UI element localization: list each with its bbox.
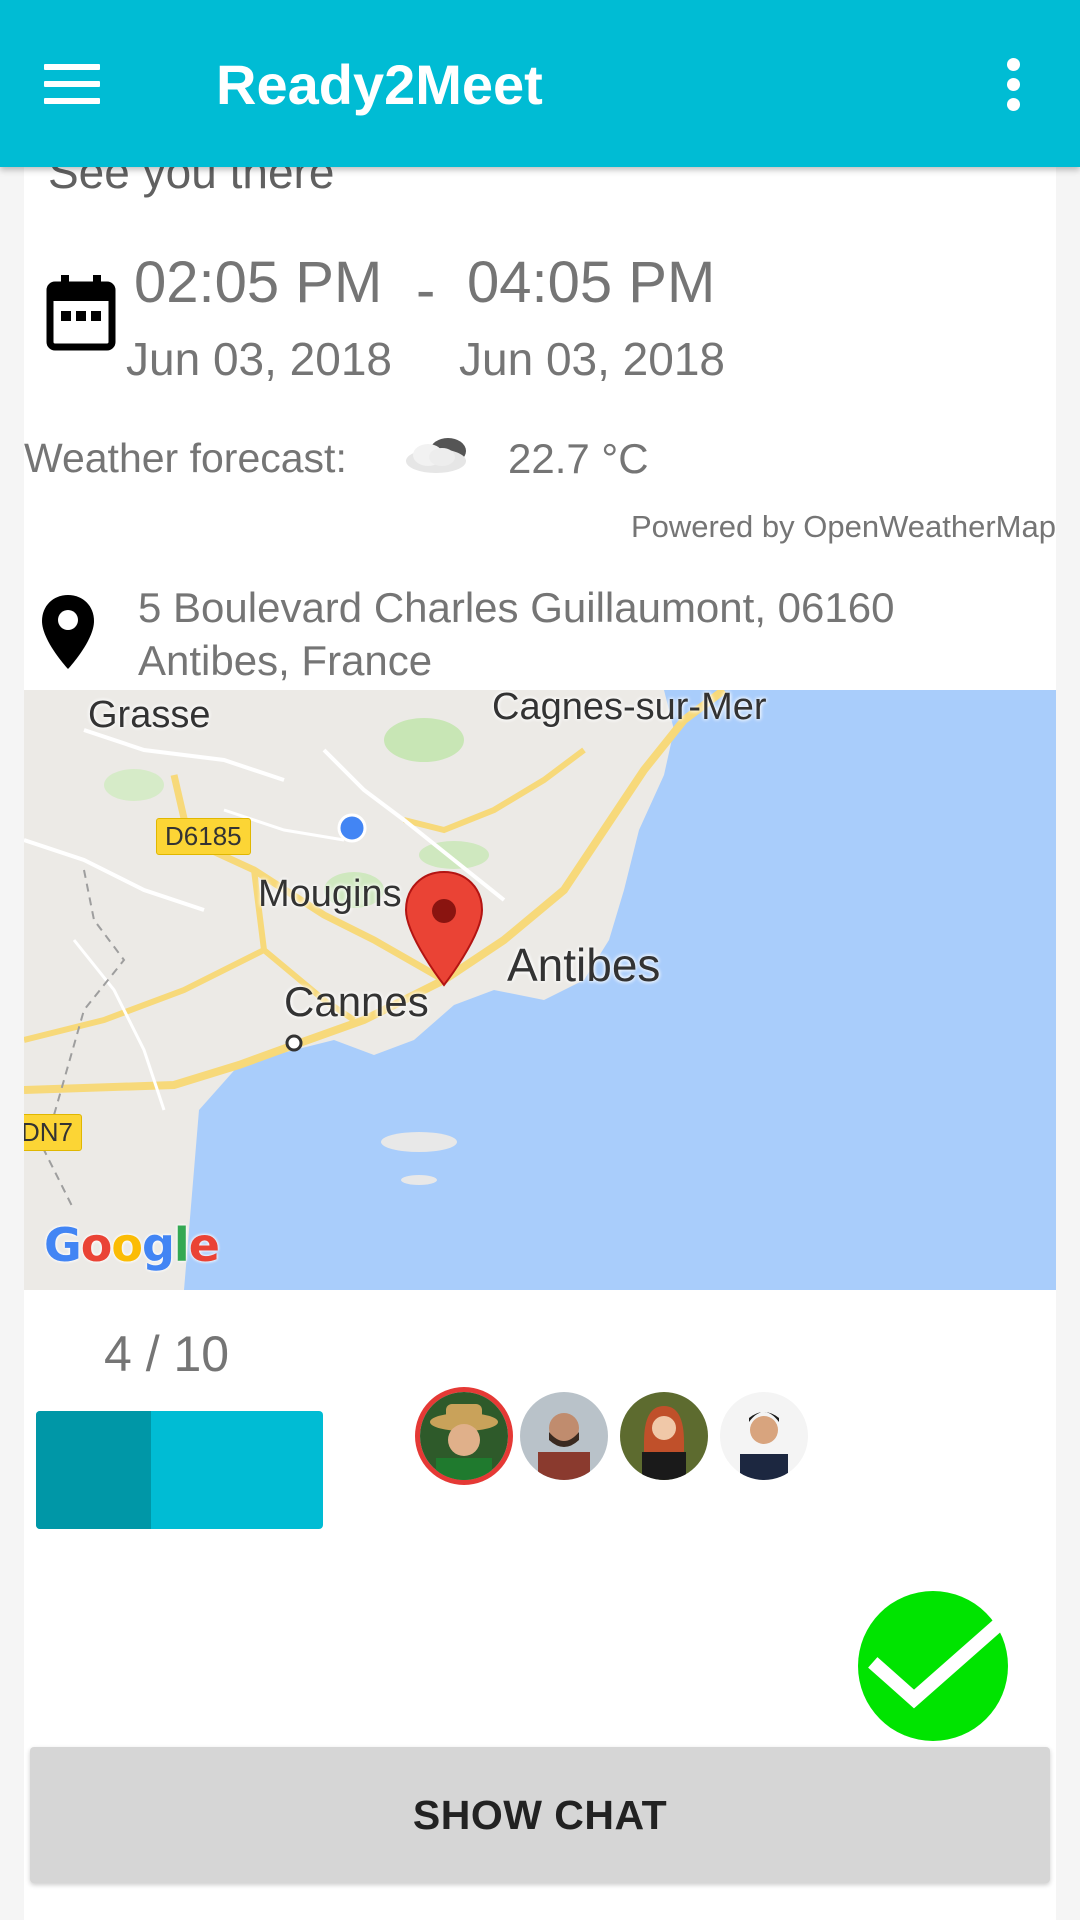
road-label-d6185: D6185 xyxy=(156,818,251,855)
participant-avatar[interactable] xyxy=(720,1392,808,1480)
road-label-dn7: DN7 xyxy=(24,1114,83,1151)
event-details[interactable]: See you there 02:05 PM - 04:05 PM Jun 03… xyxy=(24,167,1056,1920)
start-date: Jun 03, 2018 xyxy=(126,333,393,385)
location-map[interactable]: Grasse Cagnes-sur-Mer Mougins Antibes Ca… xyxy=(24,690,1056,1290)
end-time: 04:05 PM xyxy=(467,250,716,315)
app-bar: Ready2Meet xyxy=(0,0,1080,167)
map-label-grasse: Grasse xyxy=(88,694,211,736)
map-label-antibes: Antibes xyxy=(507,939,661,991)
participant-progress-fill xyxy=(36,1411,151,1529)
map-label-cagnes-sur-mer: Cagnes-sur-Mer xyxy=(492,690,767,728)
calendar-icon xyxy=(46,275,116,351)
participant-count: 4 / 10 xyxy=(104,1326,230,1382)
event-address: 5 Boulevard Charles Guillaumont, 06160 A… xyxy=(138,584,895,684)
menu-icon[interactable] xyxy=(44,64,100,104)
app-title: Ready2Meet xyxy=(216,53,543,116)
check-icon xyxy=(868,1615,1008,1709)
weather-attribution: Powered by OpenWeatherMap xyxy=(630,509,1056,544)
location-pin-icon xyxy=(42,595,94,669)
event-headline: See you there xyxy=(48,167,335,198)
overflow-menu-icon[interactable] xyxy=(1000,58,1028,111)
map-label-cannes: Cannes xyxy=(284,978,429,1025)
start-time: 02:05 PM xyxy=(134,250,383,315)
participant-avatar[interactable] xyxy=(620,1392,708,1480)
google-logo: Google xyxy=(44,1218,220,1272)
map-label-mougins: Mougins xyxy=(258,873,402,915)
weather-temperature: 22.7 °C xyxy=(508,435,649,482)
weather-label: Weather forecast: xyxy=(24,435,347,481)
attend-check-button[interactable] xyxy=(858,1591,1008,1741)
cloudy-icon xyxy=(406,438,466,473)
participant-avatar[interactable] xyxy=(420,1392,508,1480)
participant-progress-bar xyxy=(36,1411,323,1529)
show-chat-button[interactable]: SHOW CHAT xyxy=(30,1747,1050,1883)
time-separator: - xyxy=(416,258,436,323)
end-date: Jun 03, 2018 xyxy=(459,333,726,385)
participant-avatar[interactable] xyxy=(520,1392,608,1480)
